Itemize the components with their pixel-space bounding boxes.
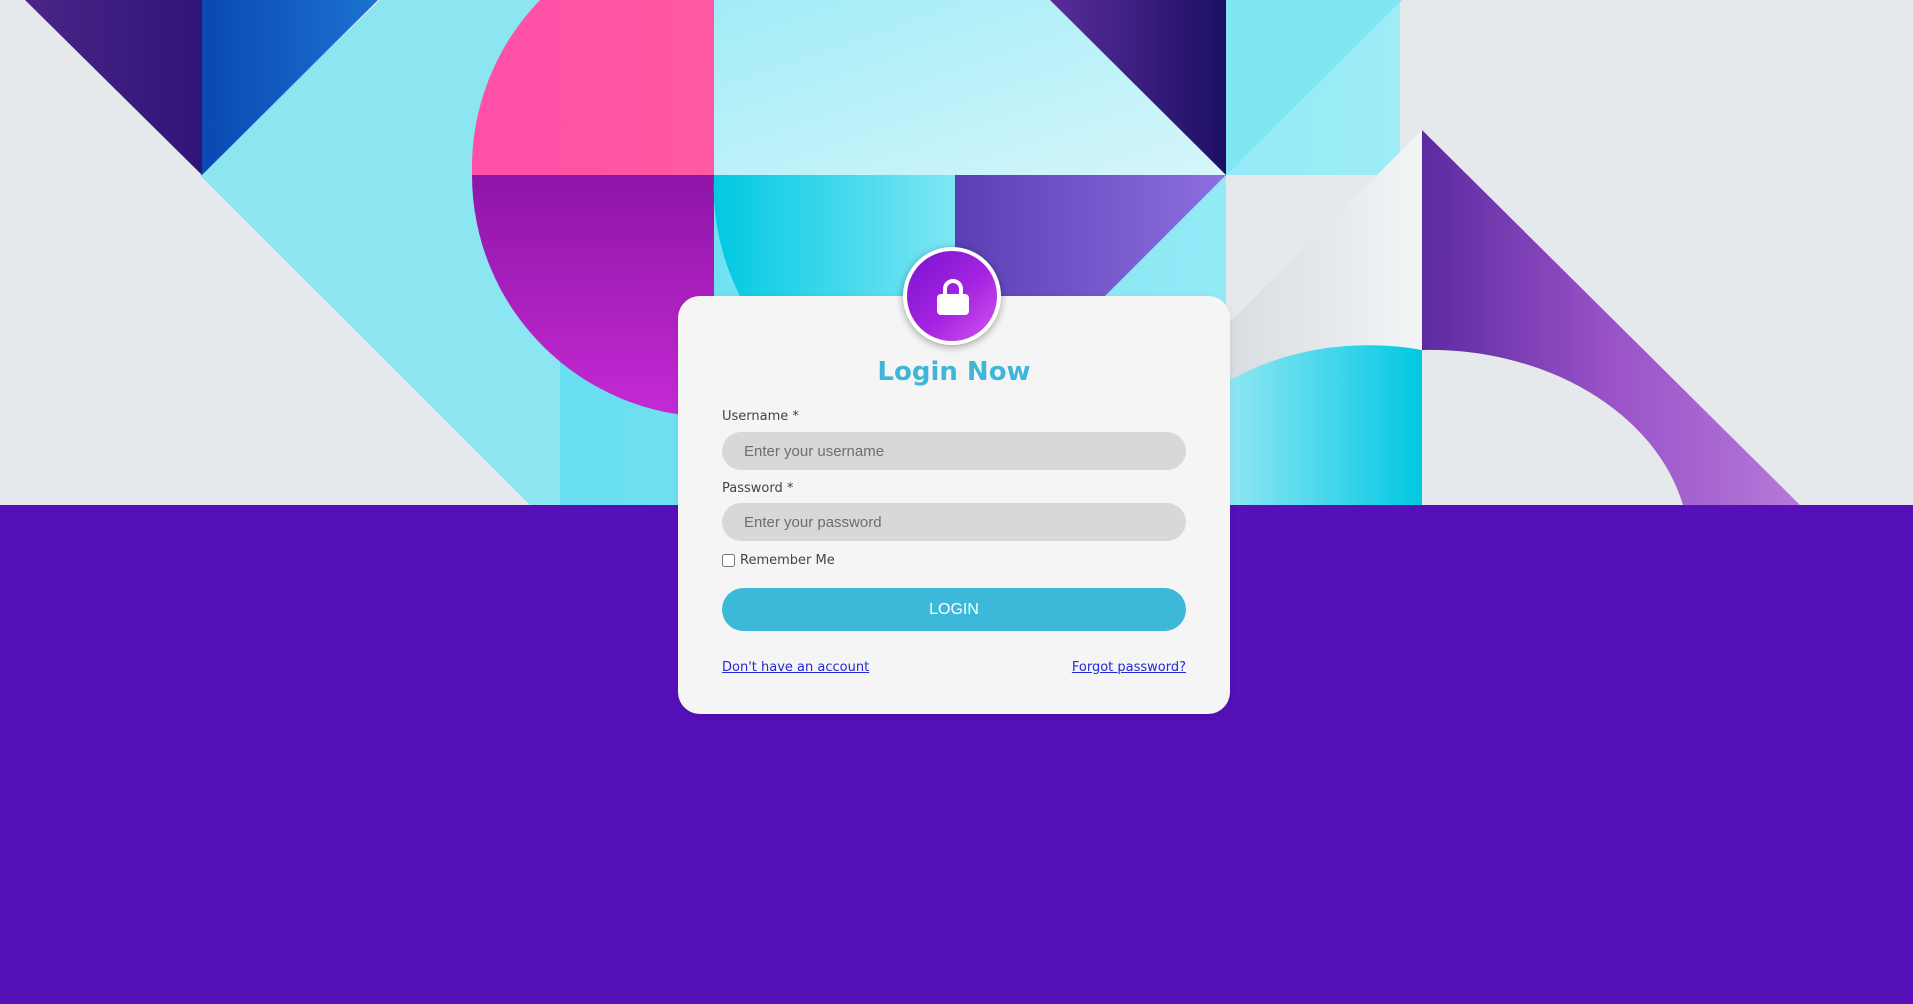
password-input[interactable] (722, 503, 1186, 541)
login-card: Login Now Username * Password * Remember… (678, 296, 1230, 714)
signup-link[interactable]: Don't have an account (722, 660, 869, 675)
lock-icon (937, 279, 969, 315)
username-input[interactable] (722, 432, 1186, 470)
forgot-password-link[interactable]: Forgot password? (1072, 660, 1186, 675)
lock-avatar (903, 247, 1001, 345)
password-label: Password * (722, 481, 794, 496)
username-label: Username * (722, 409, 799, 424)
login-title: Login Now (877, 357, 1031, 387)
login-page: Login Now Username * Password * Remember… (0, 0, 1914, 1004)
remember-me-checkbox[interactable] (722, 554, 735, 567)
login-button[interactable]: LOGIN (722, 588, 1186, 631)
remember-me-row: Remember Me (722, 553, 835, 568)
remember-me-label: Remember Me (740, 553, 835, 568)
